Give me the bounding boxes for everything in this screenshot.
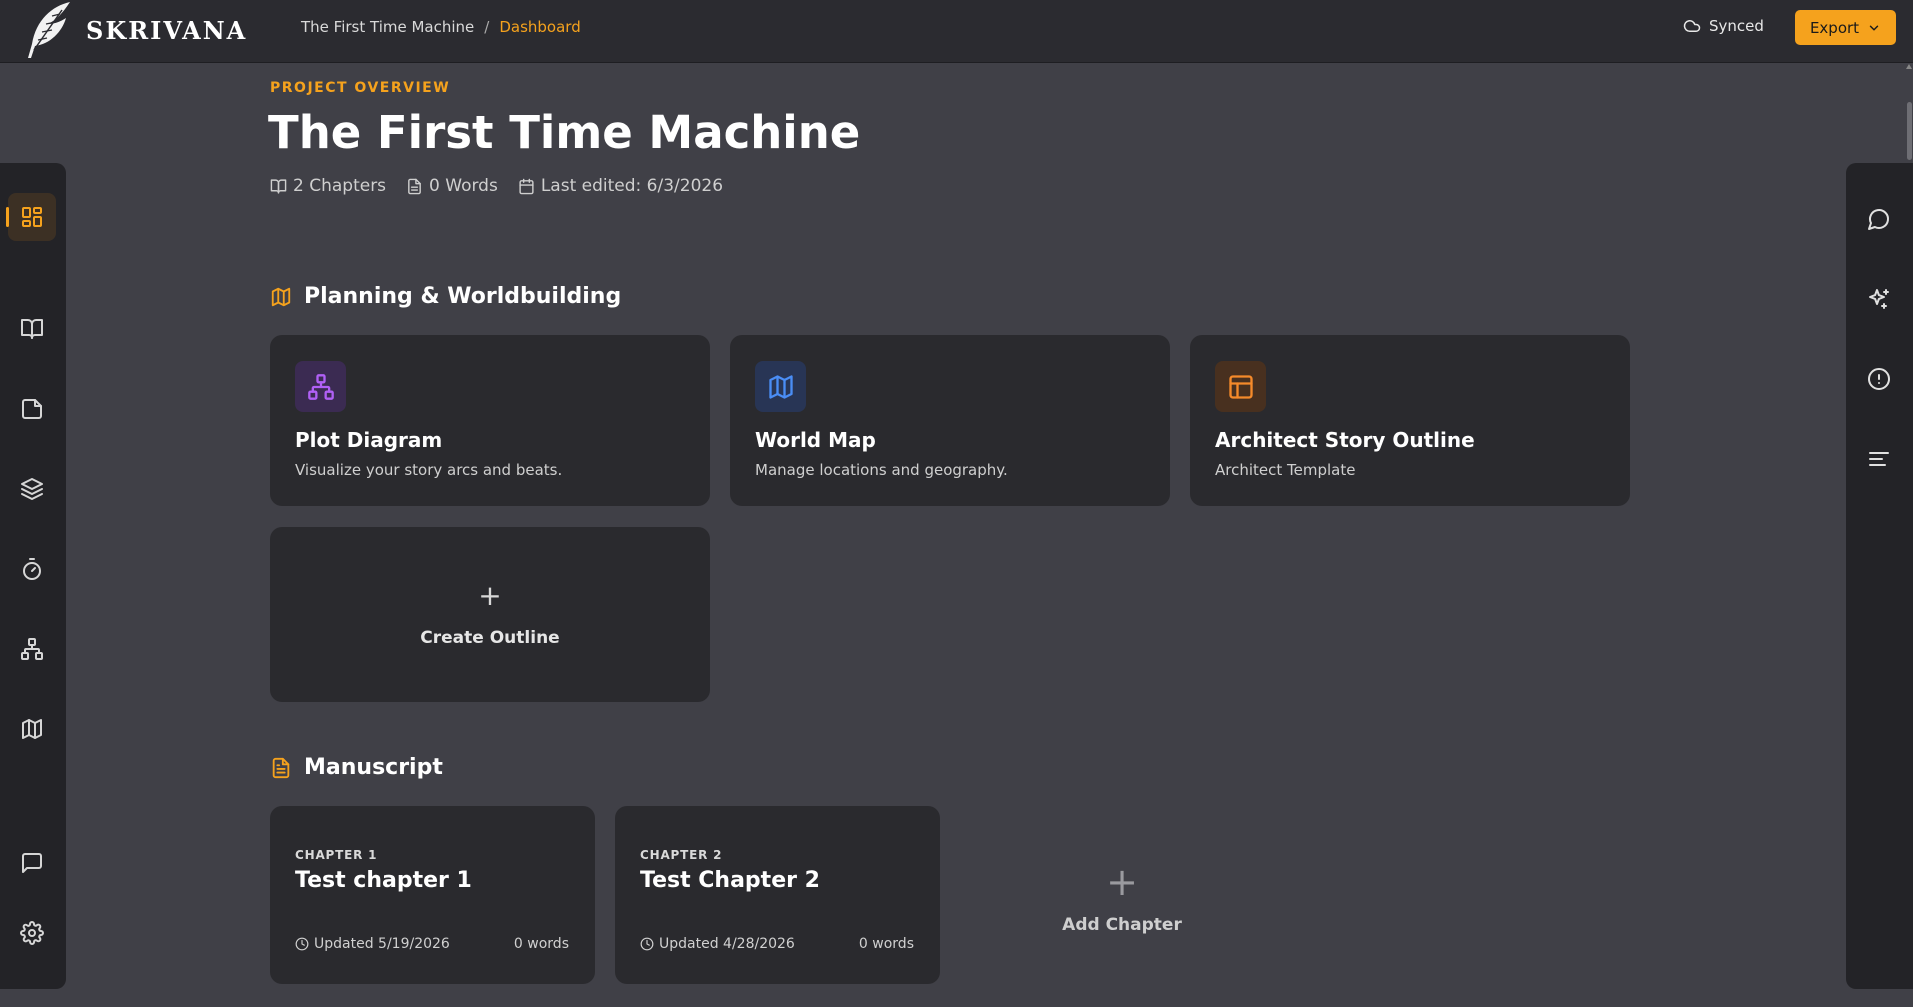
sidebar-item-plot[interactable] (8, 625, 56, 673)
manuscript-section-heading: Manuscript (270, 755, 443, 780)
breadcrumb-separator: / (484, 18, 490, 36)
plot-diagram-icon (307, 373, 334, 400)
app-logo[interactable]: SKRIVANA (22, 0, 247, 60)
calendar-icon (519, 178, 534, 194)
sync-status-label: Synced (1709, 17, 1764, 35)
gear-icon (20, 921, 44, 945)
map-icon (768, 374, 793, 399)
chapter-title: Test chapter 1 (295, 868, 472, 893)
chapter-count-label: 2 Chapters (293, 176, 387, 196)
chapter-count: 2 Chapters (270, 176, 386, 196)
sidebar-item-messages[interactable] (8, 839, 56, 887)
layout-icon (1228, 374, 1253, 399)
alert-circle-icon (1868, 368, 1890, 390)
feather-logo-icon (28, 2, 70, 58)
world-map-card[interactable]: World Map Manage locations and geography… (730, 335, 1170, 506)
file-text-icon (272, 757, 290, 778)
manuscript-heading-label: Manuscript (304, 755, 443, 780)
plot-diagram-card[interactable]: Plot Diagram Visualize your story arcs a… (270, 335, 710, 506)
card-icon-tile (295, 361, 346, 412)
chapter-updated-label: Updated 4/28/2026 (659, 936, 795, 952)
planning-section-heading: Planning & Worldbuilding (270, 284, 621, 309)
breadcrumb: The First Time Machine / Dashboard (301, 18, 581, 36)
map-icon (22, 719, 42, 739)
chapter-card[interactable]: CHAPTER 2 Test Chapter 2 Updated 4/28/20… (615, 806, 940, 984)
word-count: 0 Words (406, 176, 498, 196)
chapter-updated: Updated 4/28/2026 (640, 936, 795, 952)
sidebar-item-dashboard[interactable] (6, 193, 56, 241)
sidebar-item-settings[interactable] (8, 909, 56, 957)
section-eyebrow: PROJECT OVERVIEW (270, 80, 451, 96)
chat-button[interactable] (1856, 196, 1902, 242)
create-outline-label: Create Outline (420, 627, 560, 648)
breadcrumb-project[interactable]: The First Time Machine (301, 18, 474, 36)
card-title: Architect Story Outline (1215, 428, 1475, 452)
last-edited: Last edited: 6/3/2026 (518, 176, 723, 196)
clock-icon (640, 937, 654, 951)
sparkles-icon (1869, 289, 1889, 309)
word-count-label: 0 Words (429, 176, 498, 196)
chapter-card[interactable]: CHAPTER 1 Test chapter 1 Updated 5/19/20… (270, 806, 595, 984)
card-title: World Map (755, 428, 876, 452)
page-title: The First Time Machine (268, 106, 861, 159)
breadcrumb-current: Dashboard (499, 18, 581, 36)
chapter-word-count: 0 words (858, 936, 914, 952)
issues-button[interactable] (1856, 356, 1902, 402)
align-left-icon (1869, 452, 1889, 466)
dashboard-icon (22, 207, 42, 227)
outline-button[interactable] (1856, 436, 1902, 482)
chapter-updated-label: Updated 5/19/2026 (314, 936, 450, 952)
add-chapter-button[interactable]: + Add Chapter (1018, 806, 1226, 992)
book-open-icon (270, 178, 287, 194)
chat-bubble-icon (1868, 209, 1889, 230)
card-subtitle: Manage locations and geography. (755, 461, 1008, 479)
plot-diagram-icon (21, 638, 43, 660)
left-sidebar (0, 163, 66, 989)
project-meta: 2 Chapters 0 Words Last edited: 6/3/2026 (270, 176, 723, 196)
ai-assist-button[interactable] (1856, 276, 1902, 322)
create-outline-card[interactable]: + Create Outline (270, 527, 710, 702)
book-open-icon (21, 319, 43, 339)
planning-heading-label: Planning & Worldbuilding (304, 284, 622, 309)
file-icon (22, 399, 42, 419)
chapter-number: CHAPTER 2 (640, 848, 723, 862)
sidebar-item-layers[interactable] (8, 465, 56, 513)
card-subtitle: Visualize your story arcs and beats. (295, 461, 563, 479)
sync-status: Synced (1683, 17, 1764, 35)
chapter-title: Test Chapter 2 (640, 868, 820, 893)
app-name: SKRIVANA (86, 15, 248, 45)
card-icon-tile (755, 361, 806, 412)
scrollbar[interactable] (1905, 63, 1913, 1007)
chapter-number: CHAPTER 1 (295, 848, 378, 862)
card-subtitle: Architect Template (1215, 461, 1356, 479)
timer-icon (23, 558, 41, 580)
card-title: Plot Diagram (295, 428, 443, 452)
plus-icon: + (478, 578, 502, 612)
sidebar-item-manuscript[interactable] (8, 305, 56, 353)
clock-icon (295, 937, 309, 951)
chapter-word-count: 0 words (513, 936, 569, 952)
right-sidebar (1846, 163, 1913, 989)
export-button-label: Export (1809, 18, 1860, 37)
card-icon-tile (1215, 361, 1266, 412)
layers-icon (21, 478, 43, 500)
file-text-icon (408, 178, 421, 194)
top-bar: SKRIVANA The First Time Machine / Dashbo… (0, 0, 1913, 63)
architect-outline-card[interactable]: Architect Story Outline Architect Templa… (1190, 335, 1630, 506)
export-button[interactable]: Export (1795, 10, 1896, 45)
chapter-updated: Updated 5/19/2026 (295, 936, 450, 952)
add-chapter-label: Add Chapter (1062, 915, 1182, 935)
scroll-up-arrow[interactable] (1906, 64, 1912, 69)
cloud-icon (1683, 20, 1701, 32)
plus-icon: + (1106, 860, 1138, 904)
last-edited-label: Last edited: 6/3/2026 (540, 176, 724, 196)
sidebar-item-notes[interactable] (8, 385, 56, 433)
message-icon (22, 853, 42, 873)
chevron-down-icon (1869, 25, 1879, 30)
map-icon (271, 287, 291, 306)
sidebar-item-map[interactable] (8, 705, 56, 753)
sidebar-item-timer[interactable] (8, 545, 56, 593)
scrollbar-thumb[interactable] (1907, 102, 1912, 160)
